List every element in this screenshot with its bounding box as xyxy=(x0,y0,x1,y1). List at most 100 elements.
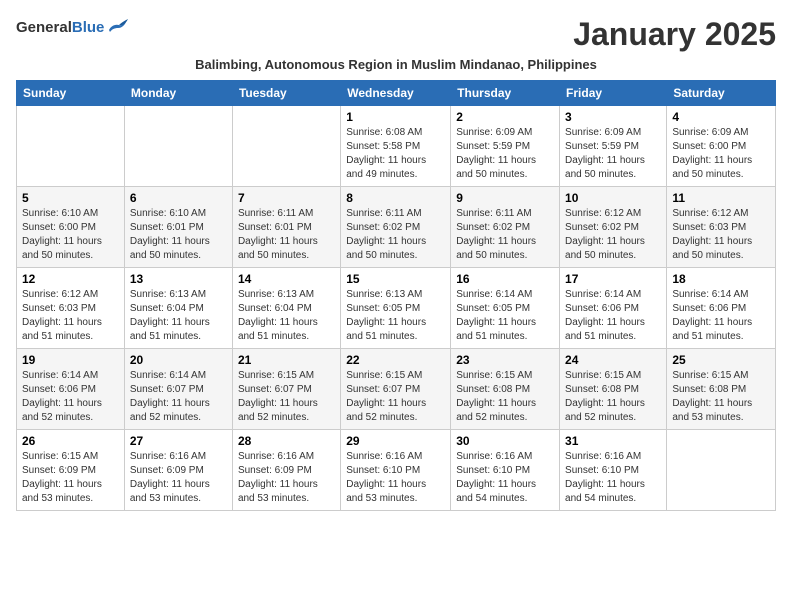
day-info: Sunrise: 6:16 AM Sunset: 6:10 PM Dayligh… xyxy=(346,450,445,506)
day-number: 6 xyxy=(130,191,227,205)
calendar-week-row: 12Sunrise: 6:12 AM Sunset: 6:03 PM Dayli… xyxy=(17,268,776,349)
calendar-cell: 9 Sunrise: 6:11 AM Sunset: 6:02 PM Daylig… xyxy=(451,187,560,268)
day-of-week-header: Monday xyxy=(124,81,232,106)
day-info: Sunrise: 6:14 AM Sunset: 6:06 PM Dayligh… xyxy=(672,288,770,344)
day-of-week-header: Saturday xyxy=(667,81,776,106)
page-container: GeneralBlue January 2025 Balimbing, Auto… xyxy=(16,16,776,511)
calendar-cell xyxy=(232,106,340,187)
day-of-week-header: Friday xyxy=(560,81,667,106)
day-number: 1 xyxy=(346,110,445,124)
day-info: Sunrise: 6:10 AM Sunset: 6:01 PM Dayligh… xyxy=(130,207,227,263)
day-info: Sunrise: 6:12 AM Sunset: 6:03 PM Dayligh… xyxy=(672,207,770,263)
day-number: 8 xyxy=(346,191,445,205)
calendar-cell: 4 Sunrise: 6:09 AM Sunset: 6:00 PM Daylig… xyxy=(667,106,776,187)
calendar-cell: 29 Sunrise: 6:16 AM Sunset: 6:10 PM Dayli… xyxy=(341,430,451,511)
day-number: 26 xyxy=(22,434,119,448)
day-info: Sunrise: 6:15 AM Sunset: 6:08 PM Dayligh… xyxy=(672,369,770,425)
day-info: Sunrise: 6:09 AM Sunset: 5:59 PM Dayligh… xyxy=(565,126,661,182)
day-number: 20 xyxy=(130,353,227,367)
day-number: 23 xyxy=(456,353,554,367)
day-number: 25 xyxy=(672,353,770,367)
day-of-week-header: Sunday xyxy=(17,81,125,106)
day-number: 29 xyxy=(346,434,445,448)
day-info: Sunrise: 6:12 AM Sunset: 6:02 PM Dayligh… xyxy=(565,207,661,263)
day-info: Sunrise: 6:16 AM Sunset: 6:10 PM Dayligh… xyxy=(565,450,661,506)
day-number: 2 xyxy=(456,110,554,124)
calendar-cell: 27Sunrise: 6:16 AM Sunset: 6:09 PM Dayli… xyxy=(124,430,232,511)
day-number: 14 xyxy=(238,272,335,286)
day-info: Sunrise: 6:13 AM Sunset: 6:04 PM Dayligh… xyxy=(238,288,335,344)
day-number: 5 xyxy=(22,191,119,205)
calendar-cell: 16Sunrise: 6:14 AM Sunset: 6:05 PM Dayli… xyxy=(451,268,560,349)
day-info: Sunrise: 6:15 AM Sunset: 6:09 PM Dayligh… xyxy=(22,450,119,506)
calendar-cell: 21 Sunrise: 6:15 AM Sunset: 6:07 PM Dayli… xyxy=(232,349,340,430)
calendar-cell: 20 Sunrise: 6:14 AM Sunset: 6:07 PM Dayli… xyxy=(124,349,232,430)
calendar-cell: 28Sunrise: 6:16 AM Sunset: 6:09 PM Dayli… xyxy=(232,430,340,511)
day-number: 11 xyxy=(672,191,770,205)
day-number: 21 xyxy=(238,353,335,367)
day-info: Sunrise: 6:14 AM Sunset: 6:06 PM Dayligh… xyxy=(22,369,119,425)
calendar-cell: 31Sunrise: 6:16 AM Sunset: 6:10 PM Dayli… xyxy=(560,430,667,511)
calendar-cell: 15 Sunrise: 6:13 AM Sunset: 6:05 PM Dayli… xyxy=(341,268,451,349)
day-number: 10 xyxy=(565,191,661,205)
day-of-week-header: Thursday xyxy=(451,81,560,106)
day-info: Sunrise: 6:10 AM Sunset: 6:00 PM Dayligh… xyxy=(22,207,119,263)
calendar-cell: 6 Sunrise: 6:10 AM Sunset: 6:01 PM Daylig… xyxy=(124,187,232,268)
day-info: Sunrise: 6:14 AM Sunset: 6:06 PM Dayligh… xyxy=(565,288,661,344)
calendar-week-row: 5 Sunrise: 6:10 AM Sunset: 6:00 PM Daylig… xyxy=(17,187,776,268)
calendar-cell: 14 Sunrise: 6:13 AM Sunset: 6:04 PM Dayli… xyxy=(232,268,340,349)
day-info: Sunrise: 6:13 AM Sunset: 6:05 PM Dayligh… xyxy=(346,288,445,344)
day-number: 24 xyxy=(565,353,661,367)
day-number: 22 xyxy=(346,353,445,367)
day-number: 30 xyxy=(456,434,554,448)
day-number: 9 xyxy=(456,191,554,205)
day-number: 7 xyxy=(238,191,335,205)
calendar-cell: 13 Sunrise: 6:13 AM Sunset: 6:04 PM Dayli… xyxy=(124,268,232,349)
day-info: Sunrise: 6:09 AM Sunset: 5:59 PM Dayligh… xyxy=(456,126,554,182)
calendar-cell: 5 Sunrise: 6:10 AM Sunset: 6:00 PM Daylig… xyxy=(17,187,125,268)
day-number: 13 xyxy=(130,272,227,286)
day-number: 15 xyxy=(346,272,445,286)
calendar-cell: 7 Sunrise: 6:11 AM Sunset: 6:01 PM Daylig… xyxy=(232,187,340,268)
calendar-cell xyxy=(17,106,125,187)
day-info: Sunrise: 6:15 AM Sunset: 6:07 PM Dayligh… xyxy=(238,369,335,425)
calendar-cell: 26 Sunrise: 6:15 AM Sunset: 6:09 PM Dayli… xyxy=(17,430,125,511)
calendar-table: SundayMondayTuesdayWednesdayThursdayFrid… xyxy=(16,80,776,511)
day-number: 19 xyxy=(22,353,119,367)
day-number: 12 xyxy=(22,272,119,286)
day-number: 27 xyxy=(130,434,227,448)
calendar-cell: 1 Sunrise: 6:08 AM Sunset: 5:58 PM Daylig… xyxy=(341,106,451,187)
calendar-cell: 8 Sunrise: 6:11 AM Sunset: 6:02 PM Daylig… xyxy=(341,187,451,268)
day-info: Sunrise: 6:08 AM Sunset: 5:58 PM Dayligh… xyxy=(346,126,445,182)
day-of-week-header: Tuesday xyxy=(232,81,340,106)
day-info: Sunrise: 6:11 AM Sunset: 6:02 PM Dayligh… xyxy=(346,207,445,263)
day-number: 3 xyxy=(565,110,661,124)
calendar-cell: 24 Sunrise: 6:15 AM Sunset: 6:08 PM Dayli… xyxy=(560,349,667,430)
day-info: Sunrise: 6:11 AM Sunset: 6:02 PM Dayligh… xyxy=(456,207,554,263)
calendar-cell xyxy=(667,430,776,511)
day-number: 4 xyxy=(672,110,770,124)
calendar-cell: 12Sunrise: 6:12 AM Sunset: 6:03 PM Dayli… xyxy=(17,268,125,349)
logo-general-text: GeneralBlue xyxy=(16,19,104,37)
month-title: January 2025 xyxy=(573,16,776,53)
day-info: Sunrise: 6:11 AM Sunset: 6:01 PM Dayligh… xyxy=(238,207,335,263)
logo: GeneralBlue xyxy=(16,16,129,39)
calendar-cell: 25 Sunrise: 6:15 AM Sunset: 6:08 PM Dayli… xyxy=(667,349,776,430)
day-number: 16 xyxy=(456,272,554,286)
day-info: Sunrise: 6:09 AM Sunset: 6:00 PM Dayligh… xyxy=(672,126,770,182)
logo-bird-icon xyxy=(107,16,129,39)
day-number: 17 xyxy=(565,272,661,286)
day-info: Sunrise: 6:15 AM Sunset: 6:07 PM Dayligh… xyxy=(346,369,445,425)
day-info: Sunrise: 6:16 AM Sunset: 6:09 PM Dayligh… xyxy=(238,450,335,506)
header: GeneralBlue January 2025 xyxy=(16,16,776,53)
calendar-cell: 22 Sunrise: 6:15 AM Sunset: 6:07 PM Dayli… xyxy=(341,349,451,430)
day-info: Sunrise: 6:15 AM Sunset: 6:08 PM Dayligh… xyxy=(565,369,661,425)
calendar-cell: 11 Sunrise: 6:12 AM Sunset: 6:03 PM Dayli… xyxy=(667,187,776,268)
calendar-cell: 23Sunrise: 6:15 AM Sunset: 6:08 PM Dayli… xyxy=(451,349,560,430)
day-info: Sunrise: 6:14 AM Sunset: 6:07 PM Dayligh… xyxy=(130,369,227,425)
calendar-week-row: 26 Sunrise: 6:15 AM Sunset: 6:09 PM Dayli… xyxy=(17,430,776,511)
day-info: Sunrise: 6:13 AM Sunset: 6:04 PM Dayligh… xyxy=(130,288,227,344)
calendar-cell xyxy=(124,106,232,187)
subtitle: Balimbing, Autonomous Region in Muslim M… xyxy=(16,57,776,72)
calendar-cell: 3 Sunrise: 6:09 AM Sunset: 5:59 PM Daylig… xyxy=(560,106,667,187)
